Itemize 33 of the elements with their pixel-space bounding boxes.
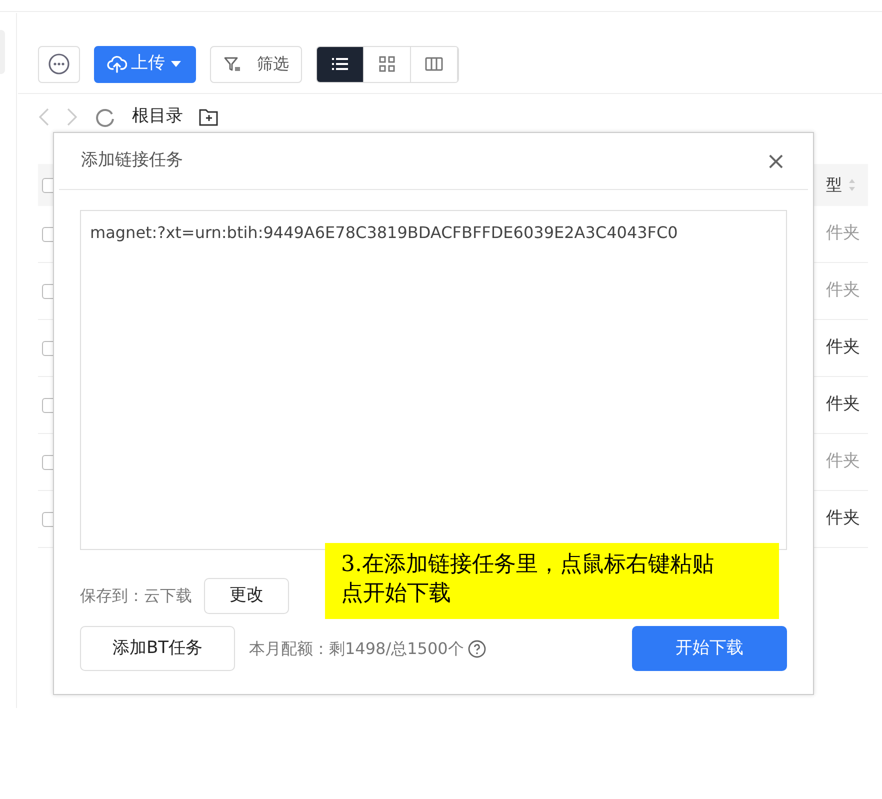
table-cell-text: 件夹 (826, 450, 861, 474)
column-header[interactable]: 型 (826, 173, 842, 197)
more-button[interactable] (38, 46, 80, 82)
columns-icon (425, 56, 443, 72)
filter-icon (223, 55, 241, 73)
list-icon (332, 57, 348, 71)
close-button[interactable]: × (766, 149, 786, 173)
breadcrumb-folder[interactable]: 根目录 (132, 104, 183, 130)
annotation-note: 3.在添加链接任务里，点鼠标右键粘贴点开始下载 (325, 543, 779, 619)
quota-text: 本月配额：剩1498/总1500个 (249, 638, 464, 660)
view-toggle[interactable] (317, 46, 364, 82)
caret-icon (169, 59, 183, 69)
more-icon (48, 53, 70, 75)
sort-icon (848, 178, 856, 192)
change-button[interactable]: 更改 (204, 578, 289, 614)
table-cell-text: 件夹 (826, 507, 861, 530)
back-icon (38, 106, 50, 127)
help-icon (468, 640, 486, 658)
start-download-button[interactable]: 开始下载 (632, 626, 787, 671)
link-input-field[interactable]: magnet:?xt=urn:btih:9449A6E78C3819BDACFBFFDE6039E2A3C4043FC0 (80, 210, 787, 550)
dialog-title: 添加链接任务 (81, 149, 183, 172)
add-bt-task-button[interactable]: 添加BT任务 (80, 626, 235, 671)
table-cell-text: 件夹 (826, 336, 861, 360)
forward-icon (66, 106, 78, 127)
folder-plus-icon (199, 108, 219, 126)
table-cell-text: 件夹 (826, 222, 861, 246)
filter-button[interactable]: 筛选 (210, 46, 302, 82)
grid-icon (379, 56, 395, 72)
upload-button[interactable]: 上传 (94, 46, 196, 82)
cloud-upload-icon (107, 54, 127, 74)
table-cell-text: 件夹 (826, 393, 861, 416)
table-cell-text: 件夹 (826, 279, 861, 302)
save-location-label: 保存到：云下载 (80, 585, 192, 607)
